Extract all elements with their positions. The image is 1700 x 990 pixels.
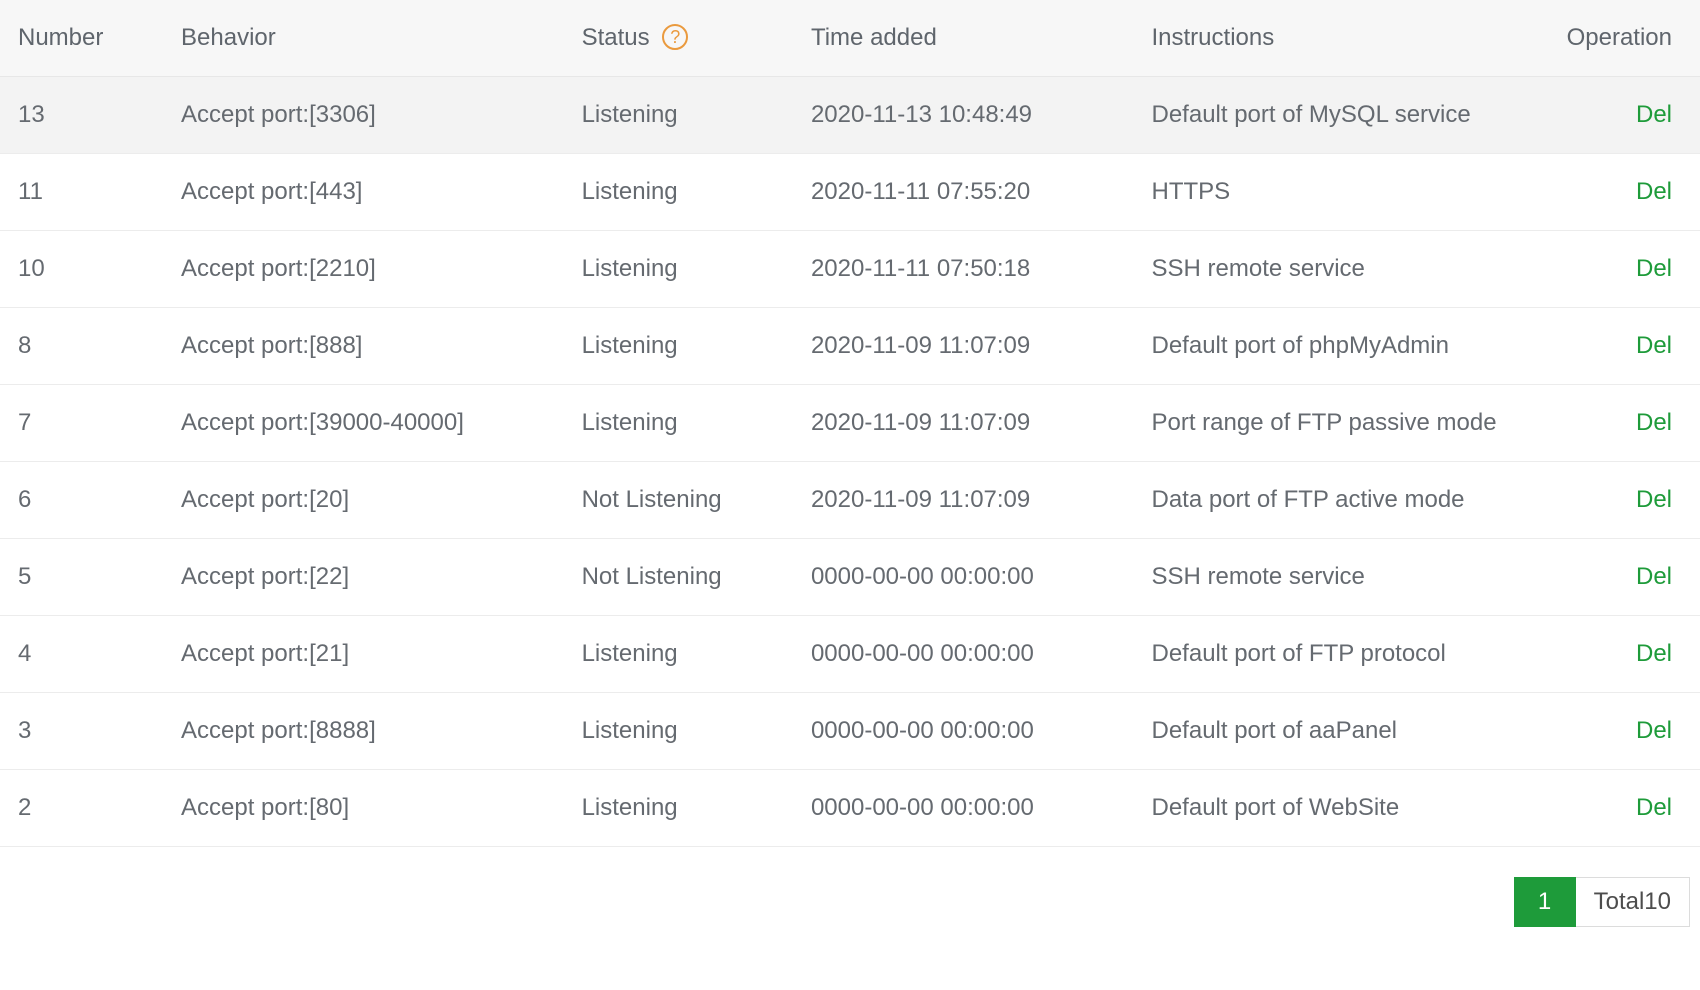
cell-time: 2020-11-09 11:07:09 [793, 462, 1134, 539]
cell-behavior: Accept port:[39000-40000] [163, 385, 564, 462]
cell-status: Listening [564, 693, 793, 770]
cell-number: 5 [0, 539, 163, 616]
cell-status: Listening [564, 770, 793, 847]
cell-time: 2020-11-13 10:48:49 [793, 77, 1134, 154]
cell-behavior: Accept port:[8888] [163, 693, 564, 770]
cell-operation: Del [1515, 616, 1700, 693]
table-row: 2Accept port:[80]Listening0000-00-00 00:… [0, 770, 1700, 847]
col-header-status: Status ? [564, 0, 793, 77]
delete-link[interactable]: Del [1636, 486, 1672, 513]
delete-link[interactable]: Del [1636, 717, 1672, 744]
table-row: 10Accept port:[2210]Listening2020-11-11 … [0, 231, 1700, 308]
table-row: 7Accept port:[39000-40000]Listening2020-… [0, 385, 1700, 462]
pager-total-count: 10 [1644, 888, 1671, 915]
cell-number: 3 [0, 693, 163, 770]
table-row: 4Accept port:[21]Listening0000-00-00 00:… [0, 616, 1700, 693]
delete-link[interactable]: Del [1636, 178, 1672, 205]
cell-behavior: Accept port:[3306] [163, 77, 564, 154]
status-help-icon[interactable]: ? [662, 24, 688, 50]
cell-time: 0000-00-00 00:00:00 [793, 616, 1134, 693]
cell-status: Not Listening [564, 462, 793, 539]
col-header-operation: Operation [1515, 0, 1700, 77]
table-row: 8Accept port:[888]Listening2020-11-09 11… [0, 308, 1700, 385]
cell-time: 2020-11-09 11:07:09 [793, 308, 1134, 385]
cell-time: 0000-00-00 00:00:00 [793, 539, 1134, 616]
delete-link[interactable]: Del [1636, 101, 1672, 128]
delete-link[interactable]: Del [1636, 255, 1672, 282]
cell-status: Listening [564, 154, 793, 231]
cell-time: 0000-00-00 00:00:00 [793, 693, 1134, 770]
cell-behavior: Accept port:[2210] [163, 231, 564, 308]
cell-behavior: Accept port:[20] [163, 462, 564, 539]
cell-status: Not Listening [564, 539, 793, 616]
delete-link[interactable]: Del [1636, 409, 1672, 436]
col-header-instructions: Instructions [1134, 0, 1515, 77]
cell-number: 11 [0, 154, 163, 231]
cell-status: Listening [564, 77, 793, 154]
cell-behavior: Accept port:[888] [163, 308, 564, 385]
cell-number: 2 [0, 770, 163, 847]
cell-operation: Del [1515, 462, 1700, 539]
cell-behavior: Accept port:[21] [163, 616, 564, 693]
cell-operation: Del [1515, 770, 1700, 847]
cell-time: 2020-11-11 07:55:20 [793, 154, 1134, 231]
port-rules-table: Number Behavior Status ? Time added Inst… [0, 0, 1700, 847]
cell-instructions: SSH remote service [1134, 231, 1515, 308]
cell-number: 10 [0, 231, 163, 308]
col-header-number: Number [0, 0, 163, 77]
cell-instructions: HTTPS [1134, 154, 1515, 231]
table-row: 3Accept port:[8888]Listening0000-00-00 0… [0, 693, 1700, 770]
table-row: 5Accept port:[22]Not Listening0000-00-00… [0, 539, 1700, 616]
cell-time: 2020-11-11 07:50:18 [793, 231, 1134, 308]
cell-time: 0000-00-00 00:00:00 [793, 770, 1134, 847]
delete-link[interactable]: Del [1636, 332, 1672, 359]
delete-link[interactable]: Del [1636, 640, 1672, 667]
cell-number: 6 [0, 462, 163, 539]
col-header-status-label: Status [582, 24, 650, 51]
cell-operation: Del [1515, 385, 1700, 462]
cell-number: 13 [0, 77, 163, 154]
table-row: 13Accept port:[3306]Listening2020-11-13 … [0, 77, 1700, 154]
cell-instructions: Port range of FTP passive mode [1134, 385, 1515, 462]
cell-status: Listening [564, 231, 793, 308]
page-button-current[interactable]: 1 [1514, 877, 1576, 927]
cell-operation: Del [1515, 77, 1700, 154]
cell-instructions: Default port of MySQL service [1134, 77, 1515, 154]
cell-instructions: Default port of WebSite [1134, 770, 1515, 847]
pager-total-label: Total [1594, 888, 1645, 915]
delete-link[interactable]: Del [1636, 563, 1672, 590]
cell-number: 7 [0, 385, 163, 462]
cell-time: 2020-11-09 11:07:09 [793, 385, 1134, 462]
cell-number: 4 [0, 616, 163, 693]
delete-link[interactable]: Del [1636, 794, 1672, 821]
cell-status: Listening [564, 308, 793, 385]
cell-behavior: Accept port:[22] [163, 539, 564, 616]
cell-operation: Del [1515, 308, 1700, 385]
cell-instructions: Default port of FTP protocol [1134, 616, 1515, 693]
cell-number: 8 [0, 308, 163, 385]
cell-operation: Del [1515, 231, 1700, 308]
cell-instructions: Data port of FTP active mode [1134, 462, 1515, 539]
cell-operation: Del [1515, 539, 1700, 616]
cell-behavior: Accept port:[80] [163, 770, 564, 847]
pager-total: Total10 [1576, 877, 1690, 927]
cell-instructions: Default port of phpMyAdmin [1134, 308, 1515, 385]
cell-instructions: SSH remote service [1134, 539, 1515, 616]
cell-status: Listening [564, 616, 793, 693]
cell-operation: Del [1515, 154, 1700, 231]
cell-operation: Del [1515, 693, 1700, 770]
cell-status: Listening [564, 385, 793, 462]
table-row: 11Accept port:[443]Listening2020-11-11 0… [0, 154, 1700, 231]
col-header-time: Time added [793, 0, 1134, 77]
pager: 1 Total10 [0, 847, 1700, 927]
cell-behavior: Accept port:[443] [163, 154, 564, 231]
table-header-row: Number Behavior Status ? Time added Inst… [0, 0, 1700, 77]
table-row: 6Accept port:[20]Not Listening2020-11-09… [0, 462, 1700, 539]
col-header-behavior: Behavior [163, 0, 564, 77]
cell-instructions: Default port of aaPanel [1134, 693, 1515, 770]
